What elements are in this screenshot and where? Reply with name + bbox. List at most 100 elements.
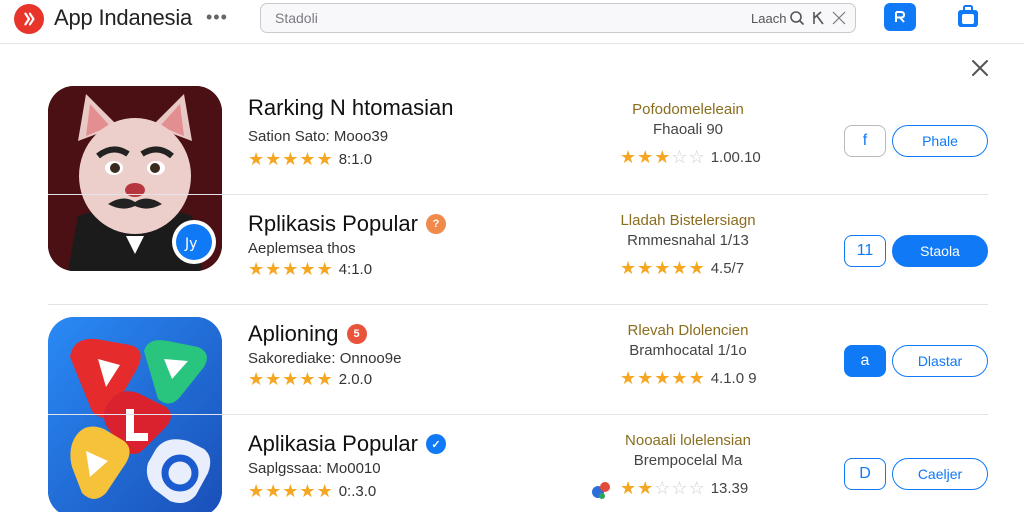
briefcase-icon [958, 5, 978, 27]
developer-title: Rlevah Dlolencien [627, 322, 749, 339]
app-name-text: Rarking N htomasian [248, 95, 454, 120]
rating-text: 4.1.0 9 [710, 369, 757, 387]
app-name[interactable]: Rarking N htomasian [248, 95, 453, 121]
star-icon: ★ [282, 259, 299, 279]
notification-badge-icon: 5 [346, 324, 367, 344]
account-button[interactable] [884, 3, 916, 31]
action-button[interactable]: Staola [892, 235, 988, 267]
rating-text: 13.39 [710, 479, 749, 497]
star-icon: ★ [671, 368, 688, 388]
secondary-rating: ★ ★ ★ ★ ★ 4.1.0 9 [620, 369, 757, 387]
action-button[interactable]: Caeljer [892, 458, 988, 490]
star-icon: ★ [316, 369, 333, 389]
app-name-text: Aplioning [248, 321, 339, 346]
app-name[interactable]: Aplikasia Popular ✓ [248, 431, 446, 457]
app-name-text: Aplikasia Popular [248, 431, 418, 456]
star-icon: ★ [248, 369, 265, 389]
search-icon[interactable] [789, 10, 805, 26]
close-button[interactable] [966, 54, 994, 82]
user-icon [895, 11, 906, 23]
star-icon: ★ [299, 149, 316, 169]
star-icon: ★ [654, 147, 671, 167]
star-icon: ☆ [688, 147, 705, 167]
list-item[interactable]: Jy Rarking N htomasian Sation Sato: Mooo… [48, 84, 988, 271]
share-button[interactable]: f [844, 125, 886, 157]
star-rating-icon: ★ ★ ☆ ☆ ☆ [620, 479, 705, 497]
star-rating-icon: ★ ★ ★ ★ ★ [248, 150, 333, 168]
developer-subtitle: Brempocelal Ma [633, 452, 743, 469]
app-rating: ★ ★ ★ ★ ★ 8:1.0 [248, 150, 372, 168]
app-logo-icon[interactable] [14, 4, 44, 34]
mascot-icon [590, 478, 612, 506]
star-icon: ★ [620, 368, 637, 388]
star-icon: ★ [299, 481, 316, 501]
star-icon: ★ [620, 147, 637, 167]
star-icon: ★ [248, 149, 265, 169]
star-icon: ★ [316, 259, 333, 279]
search-input[interactable]: Stadoli Laach [260, 3, 856, 33]
close-icon [972, 60, 988, 76]
star-icon: ★ [671, 258, 688, 278]
zoom-icon[interactable] [811, 10, 827, 26]
install-icon-button[interactable]: a [844, 345, 886, 377]
rating-text: 8:1.0 [338, 150, 373, 168]
star-icon: ☆ [671, 147, 688, 167]
star-icon: ★ [265, 149, 282, 169]
star-icon: ★ [282, 481, 299, 501]
developer-subtitle: Rmmesnahal 1/13 [627, 232, 749, 249]
developer-subtitle: Bramhocatal 1/1o [629, 342, 747, 359]
star-icon: ★ [316, 149, 333, 169]
star-icon: ★ [265, 259, 282, 279]
pause-button[interactable]: 11 [844, 235, 886, 267]
star-icon: ☆ [654, 478, 671, 498]
star-icon: ★ [248, 259, 265, 279]
action-button[interactable]: Dlastar [892, 345, 988, 377]
app-subtitle: Sation Sato: Mooo39 [248, 128, 389, 145]
star-rating-icon: ★ ★ ★ ★ ★ [620, 259, 705, 277]
star-rating-icon: ★ ★ ★ ★ ★ [248, 482, 333, 500]
list-item[interactable]: Rplikasis Popular ? Aeplemsea thos ★ ★ ★ ★ ★… [48, 195, 988, 305]
star-icon: ★ [637, 258, 654, 278]
ellipsis-icon[interactable]: ••• [206, 7, 228, 28]
star-icon: ★ [654, 258, 671, 278]
scope-icon[interactable] [831, 10, 847, 26]
app-subtitle: Aeplemsea thos [248, 240, 356, 257]
star-icon: ☆ [688, 478, 705, 498]
secondary-rating: ★ ★ ☆ ☆ ☆ 13.39 [620, 479, 748, 497]
verified-badge-icon: ✓ [425, 434, 446, 454]
developer-title: Lladah Bistelersiagn [620, 212, 756, 229]
developer-title: Pofodomeleleain [632, 101, 744, 118]
secondary-rating: ★ ★ ★ ★ ★ 4.5/7 [620, 259, 744, 277]
star-icon: ★ [248, 481, 265, 501]
top-bar: App Indanesia ••• Stadoli Laach [0, 0, 1024, 44]
rating-text: 4:1.0 [338, 260, 373, 278]
rating-text: 1.00.10 [710, 148, 761, 166]
star-icon: ★ [316, 481, 333, 501]
list-item[interactable]: Aplioning 5 Sakorediake: Onnoo9e ★ ★ ★ ★ ★ 2… [48, 305, 988, 512]
list-item[interactable]: Aplikasia Popular ✓ Saplgssaa: Mo0010 ★ ★… [48, 415, 988, 512]
star-icon: ★ [299, 369, 316, 389]
info-badge-icon: ? [425, 214, 446, 234]
star-icon: ★ [620, 478, 637, 498]
developer-title: Nooaali lolelensian [625, 432, 751, 449]
stop-button[interactable]: D [844, 458, 886, 490]
star-icon: ★ [282, 149, 299, 169]
rating-text: 0:.3.0 [338, 482, 377, 500]
search-right-label: Laach [751, 11, 787, 26]
app-name[interactable]: Rplikasis Popular ? [248, 211, 446, 237]
action-button[interactable]: Phale [892, 125, 988, 157]
app-rating: ★ ★ ★ ★ ★ 4:1.0 [248, 260, 372, 278]
star-icon: ☆ [671, 478, 688, 498]
star-icon: ★ [637, 478, 654, 498]
app-rating: ★ ★ ★ ★ ★ 2.0.0 [248, 370, 372, 388]
rating-text: 2.0.0 [338, 370, 373, 388]
star-icon: ★ [265, 369, 282, 389]
app-name[interactable]: Aplioning 5 [248, 321, 367, 347]
briefcase-button[interactable] [952, 3, 984, 31]
star-icon: ★ [265, 481, 282, 501]
rating-text: 4.5/7 [710, 259, 745, 277]
developer-subtitle: Fhaoali 90 [652, 121, 724, 138]
search-placeholder: Stadoli [275, 10, 318, 26]
star-rating-icon: ★ ★ ★ ☆ ☆ [620, 148, 705, 166]
app-title: App Indanesia [54, 5, 193, 30]
